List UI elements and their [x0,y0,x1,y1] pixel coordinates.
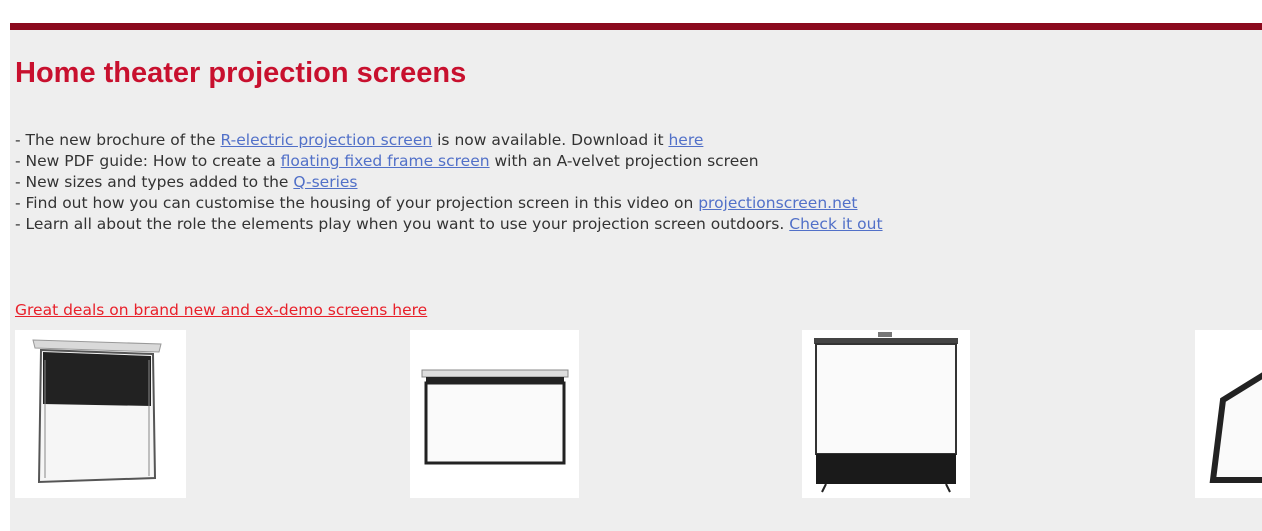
check-it-out-link[interactable]: Check it out [789,215,882,233]
news-text: is now available. Download it [432,131,669,149]
news-item: - New PDF guide: How to create a floatin… [15,151,883,172]
floating-frame-link[interactable]: floating fixed frame screen [281,152,490,170]
brochure-download-link[interactable]: here [668,131,703,149]
news-item: - Find out how you can customise the hou… [15,193,883,214]
top-bar [10,23,1262,30]
product-thumbnail[interactable] [410,330,579,498]
page-title: Home theater projection screens [15,57,467,89]
q-series-link[interactable]: Q-series [293,173,357,191]
news-text: with an A-velvet projection screen [489,152,759,170]
deals-link[interactable]: Great deals on brand new and ex-demo scr… [15,300,427,321]
news-text: - Learn all about the role the elements … [15,215,790,233]
portable-floor-screen-icon [802,330,970,498]
fixed-frame-screen-icon [1195,330,1262,498]
news-item: - The new brochure of the R-electric pro… [15,130,883,151]
news-text: - New sizes and types added to the [15,173,294,191]
news-item: - Learn all about the role the elements … [15,214,883,235]
news-item: - New sizes and types added to the Q-ser… [15,172,883,193]
news-text: - The new brochure of the [15,131,221,149]
product-thumbnail[interactable] [1195,330,1262,498]
tab-tensioned-screen-icon [15,330,186,498]
news-text: - New PDF guide: How to create a [15,152,281,170]
product-thumbnail[interactable] [15,330,186,498]
news-text: - Find out how you can customise the hou… [15,194,699,212]
product-thumbnail[interactable] [802,330,970,498]
projectionscreen-net-link[interactable]: projectionscreen.net [698,194,857,212]
page-panel: Home theater projection screens - The ne… [10,23,1262,531]
news-list: - The new brochure of the R-electric pro… [15,130,883,235]
r-electric-link[interactable]: R-electric projection screen [221,131,433,149]
wall-screen-icon [410,330,579,498]
